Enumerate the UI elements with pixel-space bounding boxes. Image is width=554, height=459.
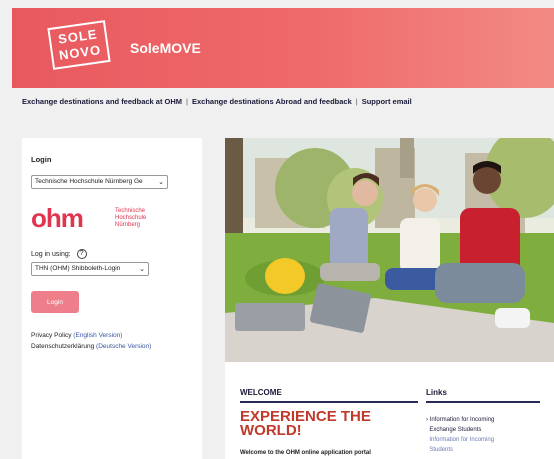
nav-separator: | <box>355 97 358 106</box>
hero-photo <box>225 138 554 362</box>
welcome-text: Welcome to the OHM online application po… <box>240 450 371 456</box>
institution-select[interactable]: Technische Hochschule Nürnberg Ge ⌄ <box>31 175 168 189</box>
link-incoming-info-2[interactable]: Information for Incoming <box>429 437 494 443</box>
ohm-logo-sub-line: Nürnberg <box>115 222 141 228</box>
welcome-divider <box>240 401 418 403</box>
help-icon[interactable]: ? <box>76 249 87 259</box>
ohm-logo: ohm Technische Hochschule Nürnberg <box>31 204 171 234</box>
institution-select-value: Technische Hochschule Nürnberg Ge <box>35 178 143 185</box>
links-heading: Links <box>426 388 447 397</box>
list-item: Exchange Students <box>426 425 494 435</box>
datenschutz-label: Datenschutzerklärung <box>31 343 95 350</box>
list-item: Students <box>426 445 494 455</box>
ohm-logo-sub-line: Technische <box>115 208 146 214</box>
login-method-select-value: THN (OHM) Shibboleth-Login <box>35 265 121 272</box>
login-method-select[interactable]: THN (OHM) Shibboleth-Login ⌄ <box>31 262 149 276</box>
privacy-policy-english-link[interactable]: (English Version) <box>73 332 122 339</box>
nav-link-exchange-ohm[interactable]: Exchange destinations and feedback at OH… <box>22 97 182 106</box>
chevron-down-icon: ⌄ <box>158 179 164 186</box>
app-name: SoleMOVE <box>130 40 201 56</box>
privacy-links: Privacy Policy (English Version) Datensc… <box>31 330 151 352</box>
privacy-policy-label: Privacy Policy <box>31 332 72 339</box>
link-incoming-students[interactable]: Students <box>429 447 453 453</box>
link-incoming-info[interactable]: Information for Incoming <box>430 417 495 423</box>
top-navigation: Exchange destinations and feedback at OH… <box>22 97 412 106</box>
login-title: Login <box>31 155 52 164</box>
nav-separator: | <box>186 97 188 106</box>
list-item: Information for Incoming <box>426 435 494 445</box>
links-list: › Information for Incoming Exchange Stud… <box>426 415 494 455</box>
login-method-label: Log in using: <box>31 250 71 258</box>
nav-link-exchange-abroad[interactable]: Exchange destinations Abroad and feedbac… <box>192 97 352 106</box>
headline-line: WORLD! <box>240 422 302 439</box>
app-header: SOLE NOVO SoleMOVE <box>12 8 554 88</box>
solenovo-logo[interactable]: SOLE NOVO <box>47 20 111 70</box>
welcome-heading: WELCOME <box>240 388 282 397</box>
datenschutz-german-link[interactable]: (Deutsche Version) <box>96 343 151 350</box>
ohm-logo-sub-line: Hochschule <box>115 215 147 221</box>
ohm-logo-subtitle: Technische Hochschule Nürnberg <box>115 208 146 229</box>
privacy-policy-row: Privacy Policy (English Version) <box>31 330 151 341</box>
login-card: Login Technische Hochschule Nürnberg Ge … <box>22 138 202 459</box>
chevron-down-icon: ⌄ <box>139 266 145 273</box>
login-button[interactable]: Login <box>31 291 79 313</box>
list-item: › Information for Incoming <box>426 417 495 423</box>
links-divider <box>426 401 540 403</box>
login-method-label-row: Log in using: ? <box>31 249 87 259</box>
ohm-logo-word: ohm <box>31 203 84 233</box>
students-photo-illustration <box>225 138 554 362</box>
welcome-section: WELCOME EXPERIENCE THE WORLD! Welcome to… <box>225 362 554 459</box>
welcome-headline: EXPERIENCE THE WORLD! <box>240 409 371 439</box>
link-incoming-exchange[interactable]: Exchange Students <box>429 427 481 433</box>
nav-link-support-email[interactable]: Support email <box>362 97 412 106</box>
datenschutz-row: Datenschutzerklärung (Deutsche Version) <box>31 341 151 352</box>
